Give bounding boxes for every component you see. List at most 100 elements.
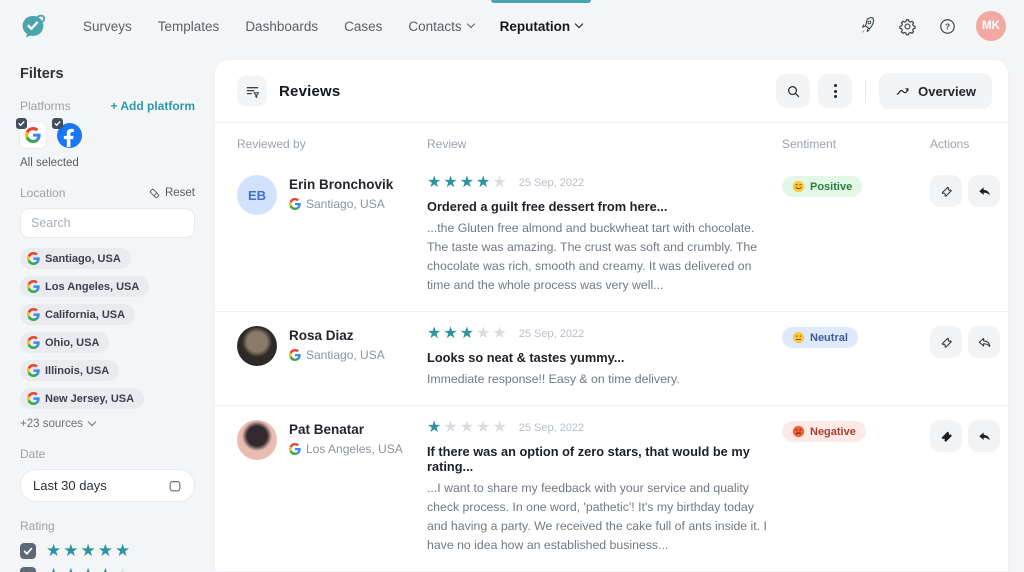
actions-cell [930,175,1008,207]
table-header: Reviewed by Review Sentiment Actions [215,123,1008,161]
more-options-button[interactable] [818,74,853,108]
sentiment-cell: Positive [782,175,930,198]
sentiment-cell: Neutral [782,326,930,349]
col-actions: Actions [930,137,970,151]
reviewer-avatar: EB [237,175,277,215]
review-body: ...I want to share my feedback with your… [427,481,767,553]
reviewer-name: Pat Benatar [289,422,365,438]
location-label: Location [20,186,66,200]
platform-icons [16,118,195,148]
rating-filter-4-stars[interactable]: ★★★★★ [20,566,195,572]
filters-sidebar: Filters Platforms + Add platform All sel… [0,52,215,572]
nav-item-contacts[interactable]: Contacts [395,0,486,52]
whats-new-rocket-icon[interactable] [856,15,878,37]
date-range-input[interactable]: Last 30 days [20,469,195,502]
google-icon [27,280,40,293]
platforms-label: Platforms [20,99,71,113]
location-chip[interactable]: Illinois, USA [20,360,120,381]
reply-button[interactable] [968,326,1000,359]
reviewer-name: Rosa Diaz [289,328,354,344]
reviewer-cell: Rosa Diaz Santiago, USA [237,326,427,367]
angry-face-icon [792,426,805,438]
smile-face-icon [792,180,805,193]
google-icon [27,364,40,377]
reply-button[interactable] [968,175,1000,207]
review-filter-icon [237,76,267,106]
nav-item-dashboards[interactable]: Dashboards [232,0,331,52]
add-platform-button[interactable]: + Add platform [110,99,195,113]
review-cell: ★★★★★ 25 Sep, 2022 If there was an option… [427,420,782,555]
platform-facebook[interactable] [52,118,82,148]
create-ticket-button[interactable] [930,420,962,453]
checked-badge-icon [16,118,27,129]
search-icon [787,85,799,97]
reviews-list: EB Erin Bronchovik Santiago, USA ★★★★★ 25… [215,161,1008,572]
kebab-icon [833,84,837,98]
star-rating: ★★★★★ [46,541,133,560]
create-ticket-button[interactable] [930,175,962,207]
reply-icon [978,432,990,441]
reply-button[interactable] [968,420,1000,453]
col-review: Review [427,137,467,151]
col-sentiment: Sentiment [782,137,837,151]
location-chip[interactable]: California, USA [20,304,136,325]
nav-item-templates[interactable]: Templates [145,0,233,52]
nav-items: Surveys Templates Dashboards Cases Contacts R… [70,0,595,52]
page-title: Reviews [279,82,341,100]
review-title: Ordered a guilt free dessert from here..… [427,199,668,214]
help-icon[interactable]: ? [936,15,958,37]
review-row: Pat Benatar Los Angeles, USA ★★★★★ 25 Sep… [215,405,1008,571]
app-logo-icon[interactable] [18,11,48,41]
neutral-face-icon [792,332,805,344]
reviewer-cell: EB Erin Bronchovik Santiago, USA [237,175,427,215]
calendar-icon [169,480,181,491]
ticket-icon [941,337,952,348]
google-icon [289,198,301,210]
google-icon [289,443,301,456]
sentiment-badge: Positive [782,176,863,197]
reviewer-location: Santiago, USA [289,197,393,211]
review-date: 25 Sep, 2022 [518,328,585,341]
overview-button[interactable]: Overview [879,73,992,109]
actions-cell [930,420,1008,453]
location-chips: Santiago, USA Los Angeles, USA California,… [20,248,195,409]
reviewer-avatar [237,420,277,461]
col-reviewed-by: Reviewed by [237,137,306,151]
reviewer-location: Los Angeles, USA [289,442,403,456]
nav-item-surveys[interactable]: Surveys [70,0,145,52]
settings-gear-icon[interactable] [896,15,918,37]
reviewer-avatar [237,326,277,367]
location-chip[interactable]: Los Angeles, USA [20,276,150,297]
review-body: ...the Gluten free almond and buckwheat … [427,221,758,293]
more-sources-link[interactable]: +23 sources [20,417,195,430]
location-reset-button[interactable]: Reset [148,187,195,200]
review-title: If there was an option of zero stars, th… [427,444,750,475]
top-navigation: Surveys Templates Dashboards Cases Contacts R… [0,0,1024,52]
chevron-down-icon [574,19,584,29]
location-search-input[interactable] [20,208,195,238]
star-rating: ★★★★★ [427,174,509,191]
create-ticket-button[interactable] [930,326,962,359]
user-avatar[interactable]: MK [976,11,1006,41]
review-date: 25 Sep, 2022 [518,177,585,189]
chevron-down-icon [87,417,97,427]
trend-chart-icon [896,87,909,95]
rating-filter-5-stars[interactable]: ★★★★★ [20,542,195,559]
nav-item-reputation[interactable]: Reputation [487,0,596,52]
google-icon [27,308,40,321]
checkbox-checked[interactable] [20,566,36,572]
location-chip[interactable]: Santiago, USA [20,248,131,269]
location-chip[interactable]: New Jersey, USA [20,388,145,409]
reply-icon [978,186,990,196]
location-chip[interactable]: Ohio, USA [20,332,110,353]
ticket-icon [941,431,952,442]
checked-badge-icon [52,118,63,129]
reply-icon [978,337,990,347]
reviewer-cell: Pat Benatar Los Angeles, USA [237,420,427,461]
nav-item-cases[interactable]: Cases [331,0,395,52]
review-cell: ★★★★★ 25 Sep, 2022 Ordered a guilt free d… [427,175,782,295]
checkbox-checked[interactable] [20,542,36,559]
platform-google[interactable] [16,118,46,148]
search-button[interactable] [776,74,811,108]
review-row: EB Erin Bronchovik Santiago, USA ★★★★★ 25… [215,161,1008,311]
